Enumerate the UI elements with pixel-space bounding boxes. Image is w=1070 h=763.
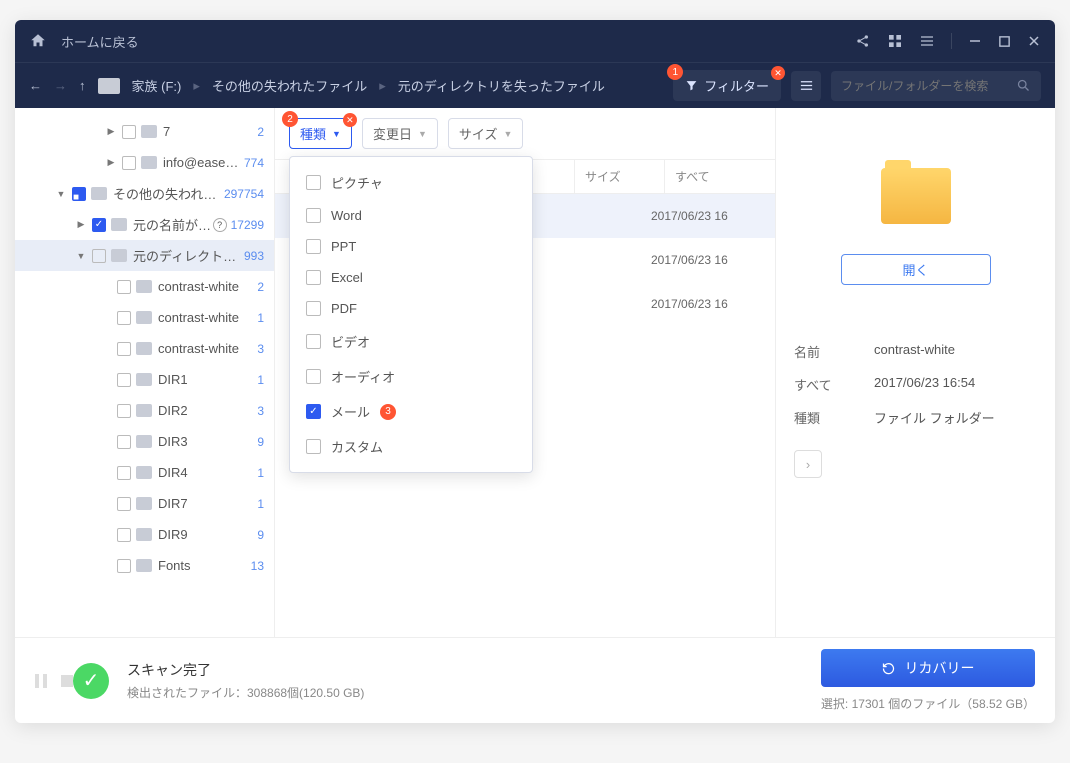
tree-item[interactable]: contrast-white1 [15, 302, 274, 333]
filter-date-chip[interactable]: 変更日▼ [362, 118, 438, 149]
tree-item[interactable]: DIR99 [15, 519, 274, 550]
tree-sidebar: ▶72▶info@easeus.…774▼■その他の失われたフ…297754▶✓… [15, 108, 275, 637]
scan-status-subtitle: 検出されたファイル：308868個(120.50 GB) [127, 684, 364, 701]
scan-status-title: スキャン完了 [127, 660, 364, 680]
dropdown-item[interactable]: ✓メール3 [290, 394, 532, 429]
grid-icon[interactable] [887, 33, 903, 49]
folder-preview-icon [881, 168, 951, 224]
filter-badge: 1 [667, 64, 683, 80]
scan-complete-icon: ✓ [73, 663, 109, 699]
search-icon[interactable] [1016, 78, 1031, 93]
toolbar: ← → ↑ 家族 (F:) ▸ その他の失われたファイル ▸ 元のディレクトリを… [15, 62, 1055, 108]
filter-clear-icon[interactable]: ✕ [771, 66, 785, 80]
nav-forward-icon[interactable]: → [54, 78, 67, 93]
tree-item[interactable]: contrast-white3 [15, 333, 274, 364]
dropdown-item[interactable]: Excel [290, 262, 532, 293]
tree-item[interactable]: DIR23 [15, 395, 274, 426]
tree-item[interactable]: Fonts13 [15, 550, 274, 581]
selection-summary: 選択: 17301 個のファイル（58.52 GB） [821, 695, 1035, 712]
tree-item[interactable]: DIR71 [15, 488, 274, 519]
tree-item[interactable]: DIR39 [15, 426, 274, 457]
app-window: ホームに戻る ← → ↑ 家族 (F:) ▸ その他の失われたファイル ▸ 元の… [15, 20, 1055, 723]
tree-item[interactable]: DIR11 [15, 364, 274, 395]
center-panel: 2 種類▼ ✕ 変更日▼ サイズ▼ ピクチャWordPPTExcelPDFビデオ… [275, 108, 775, 637]
footer: ✓ スキャン完了 検出されたファイル：308868個(120.50 GB) リカ… [15, 637, 1055, 723]
recover-icon [881, 661, 896, 676]
stop-button[interactable] [61, 675, 73, 687]
meta-all-label: すべて [794, 375, 874, 394]
meta-all-value: 2017/06/23 16:54 [874, 375, 975, 394]
close-icon[interactable] [1027, 34, 1041, 48]
search-bar [831, 71, 1041, 101]
home-link[interactable]: ホームに戻る [61, 32, 139, 51]
share-icon[interactable] [855, 33, 871, 49]
minimize-icon[interactable] [968, 34, 982, 48]
meta-name-label: 名前 [794, 342, 874, 361]
dropdown-item[interactable]: ビデオ [290, 324, 532, 359]
filter-type-clear-icon[interactable]: ✕ [343, 113, 357, 127]
disk-icon [98, 78, 120, 94]
home-icon[interactable] [29, 32, 47, 50]
breadcrumb-root[interactable]: 家族 (F:) [132, 76, 182, 95]
dropdown-item[interactable]: オーディオ [290, 359, 532, 394]
tree-item[interactable]: DIR41 [15, 457, 274, 488]
filter-size-chip[interactable]: サイズ▼ [448, 118, 524, 149]
header-size[interactable]: サイズ [575, 160, 665, 193]
filter-type-badge: 2 [282, 111, 298, 127]
meta-type-label: 種類 [794, 408, 874, 427]
titlebar: ホームに戻る [15, 20, 1055, 62]
dropdown-item[interactable]: ピクチャ [290, 165, 532, 200]
menu-icon[interactable] [919, 33, 935, 49]
nav-up-icon[interactable]: ↑ [79, 78, 86, 93]
breadcrumb-item[interactable]: その他の失われたファイル [212, 76, 367, 95]
filter-type-chip[interactable]: 2 種類▼ ✕ [289, 118, 352, 149]
details-panel: 開く 名前contrast-white すべて2017/06/23 16:54 … [775, 108, 1055, 637]
dropdown-item[interactable]: PDF [290, 293, 532, 324]
meta-name-value: contrast-white [874, 342, 955, 361]
tree-item[interactable]: ▼元のディレクトリを失…993 [15, 240, 274, 271]
breadcrumb-item[interactable]: 元のディレクトリを失ったファイル [398, 76, 605, 95]
search-input[interactable] [841, 79, 1016, 93]
meta-type-value: ファイル フォルダー [874, 408, 995, 427]
tree-item[interactable]: contrast-white2 [15, 271, 274, 302]
view-mode-button[interactable] [791, 71, 821, 101]
tree-item[interactable]: ▶72 [15, 116, 274, 147]
tree-item[interactable]: ▶info@easeus.…774 [15, 147, 274, 178]
dropdown-item[interactable]: カスタム [290, 429, 532, 464]
maximize-icon[interactable] [998, 35, 1011, 48]
tree-item[interactable]: ▶✓元の名前が失…?17299 [15, 209, 274, 240]
filter-row: 2 種類▼ ✕ 変更日▼ サイズ▼ ピクチャWordPPTExcelPDFビデオ… [275, 108, 775, 159]
filter-button[interactable]: 1 フィルター ✕ [673, 70, 781, 101]
recover-button[interactable]: リカバリー [821, 649, 1035, 687]
dropdown-item[interactable]: Word [290, 200, 532, 231]
pause-button[interactable] [35, 674, 47, 688]
open-button[interactable]: 開く [841, 254, 991, 285]
header-all[interactable]: すべて [665, 160, 775, 193]
filter-icon [685, 79, 698, 92]
type-dropdown: ピクチャWordPPTExcelPDFビデオオーディオ✓メール3カスタム [289, 156, 533, 473]
dropdown-item[interactable]: PPT [290, 231, 532, 262]
pager-next-button[interactable]: › [794, 450, 822, 478]
tree-item[interactable]: ▼■その他の失われたフ…297754 [15, 178, 274, 209]
nav-back-icon[interactable]: ← [29, 78, 42, 93]
